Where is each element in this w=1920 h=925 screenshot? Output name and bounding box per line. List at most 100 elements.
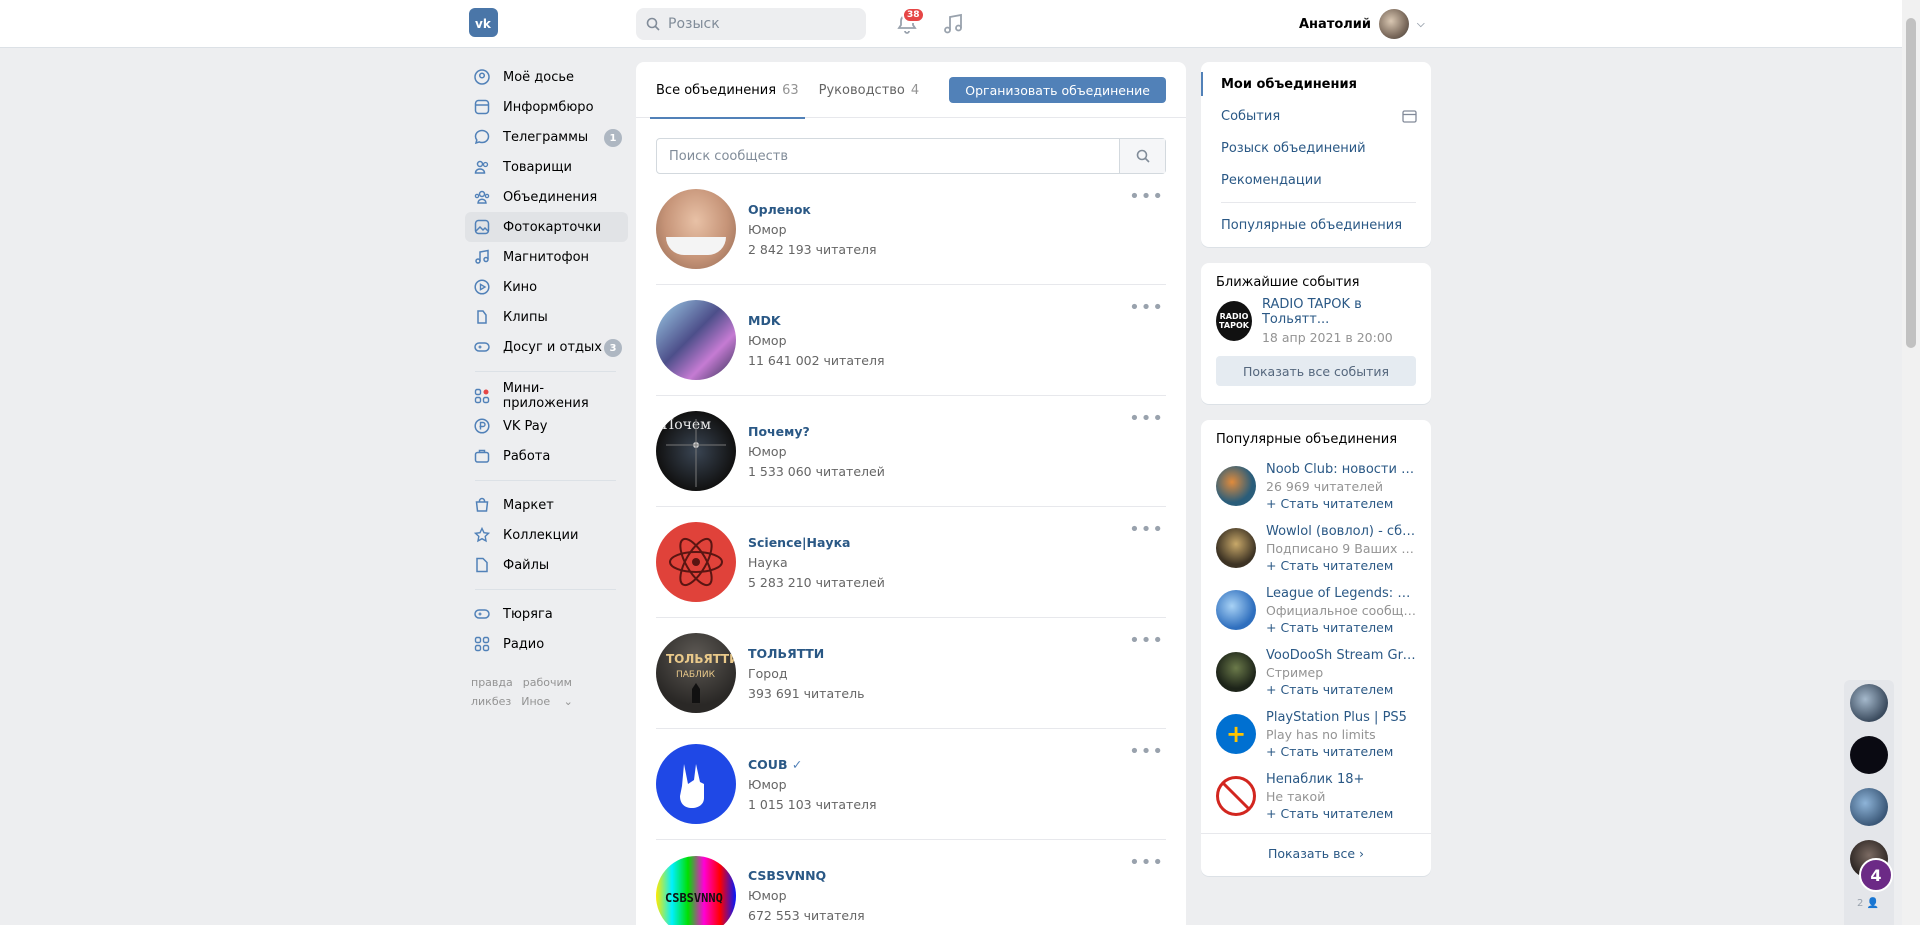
group-avatar[interactable] <box>656 522 736 602</box>
list-item[interactable]: COUB ✓ Юмор 1 015 103 читателя ••• <box>656 729 1166 840</box>
group-avatar[interactable]: Почем <box>656 411 736 491</box>
more-options-icon[interactable]: ••• <box>1129 630 1164 651</box>
header-search-input[interactable]: Розыск <box>636 8 866 40</box>
subscribe-button[interactable]: + Стать читателем <box>1266 620 1418 635</box>
sidebar-item-news[interactable]: Информбюро <box>465 92 628 122</box>
group-name[interactable]: CSBSVNNQ <box>748 868 865 883</box>
community-search-input[interactable]: Поиск сообществ <box>657 149 1119 164</box>
more-options-icon[interactable]: ••• <box>1129 186 1164 207</box>
sidebar-item-files[interactable]: Файлы <box>465 550 628 580</box>
community-avatar[interactable] <box>1216 776 1256 816</box>
list-item[interactable]: ТОЛЬЯТТИ ПАБЛИК ТОЛЬЯТТИ Город 393 691 чита… <box>656 618 1166 729</box>
group-name[interactable]: ТОЛЬЯТТИ <box>748 646 864 661</box>
create-community-button[interactable]: Организовать объединение <box>949 77 1166 103</box>
unread-chats-badge[interactable]: 4 <box>1859 858 1893 892</box>
community-name[interactable]: Wowlol (вовлол) - сбор... <box>1266 524 1418 539</box>
group-avatar[interactable] <box>656 189 736 269</box>
sidebar-item-market[interactable]: Маркет <box>465 490 628 520</box>
sidebar-item-work[interactable]: Работа <box>465 441 628 471</box>
footer-link-more[interactable]: Иное ⌄ <box>521 695 583 708</box>
chat-avatar[interactable] <box>1850 736 1888 774</box>
sidebar-item-bookmarks[interactable]: Коллекции <box>465 520 628 550</box>
sidebar-item-radio[interactable]: Радио <box>465 629 628 659</box>
menu-events[interactable]: События <box>1201 100 1431 132</box>
page-scrollbar[interactable] <box>1902 0 1920 925</box>
community-name[interactable]: PlayStation Plus | PS5 <box>1266 710 1416 725</box>
subscribe-button[interactable]: + Стать читателем <box>1266 806 1416 821</box>
list-item[interactable]: Wowlol (вовлол) - сбор... Подписано 9 Ваш… <box>1201 517 1431 579</box>
footer-link[interactable]: правда <box>471 676 513 689</box>
community-name[interactable]: Непаблик 18+ <box>1266 772 1416 787</box>
music-icon[interactable] <box>941 12 965 36</box>
footer-link[interactable]: ликбез <box>471 695 511 708</box>
list-item[interactable]: Непаблик 18+ Не такой + Стать читателем <box>1201 765 1431 827</box>
sidebar-item-games[interactable]: Досуг и отдых 3 <box>465 332 628 362</box>
list-item[interactable]: League of Legends: Wild...Официальное со… <box>1201 579 1431 641</box>
community-avatar[interactable] <box>1216 590 1256 630</box>
chat-avatar[interactable] <box>1850 684 1888 722</box>
sidebar-item-messages[interactable]: Телеграммы 1 <box>465 122 628 152</box>
subscribe-button[interactable]: + Стать читателем <box>1266 682 1418 697</box>
community-avatar[interactable]: + <box>1216 714 1256 754</box>
scrollbar-thumb[interactable] <box>1906 18 1916 348</box>
user-menu[interactable]: Анатолий ⌵ <box>1299 8 1425 40</box>
group-name[interactable]: MDK <box>748 313 884 328</box>
sidebar-item-video[interactable]: Кино <box>465 272 628 302</box>
menu-recommendations[interactable]: Рекомендации <box>1201 164 1431 196</box>
sidebar-item-tyuryaga[interactable]: Тюряга <box>465 599 628 629</box>
community-name[interactable]: Noob Club: новости игр... <box>1266 462 1418 477</box>
event-name[interactable]: RADIO TAPOK в Тольятт... <box>1262 297 1416 327</box>
menu-search-communities[interactable]: Розыск объединений <box>1201 132 1431 164</box>
sidebar-item-music[interactable]: Магнитофон <box>465 242 628 272</box>
vk-logo-icon[interactable]: vk <box>469 8 498 37</box>
menu-my-communities[interactable]: Мои объединения <box>1201 68 1431 100</box>
sidebar-item-groups[interactable]: Объединения <box>465 182 628 212</box>
subscribe-button[interactable]: + Стать читателем <box>1266 744 1416 759</box>
list-item[interactable]: Science|Наука Наука 5 283 210 читателей ••… <box>656 507 1166 618</box>
more-options-icon[interactable]: ••• <box>1129 519 1164 540</box>
footer-link[interactable]: рабочим <box>523 676 572 689</box>
calendar-icon[interactable] <box>1402 109 1417 123</box>
community-search-button[interactable] <box>1119 139 1165 173</box>
group-avatar[interactable] <box>656 744 736 824</box>
group-name[interactable]: Почему? <box>748 424 885 439</box>
more-options-icon[interactable]: ••• <box>1129 741 1164 762</box>
group-avatar[interactable]: ТОЛЬЯТТИ ПАБЛИК <box>656 633 736 713</box>
list-item[interactable]: Почем Почему? Юмор 1 533 060 читателей ••• <box>656 396 1166 507</box>
subscribe-button[interactable]: + Стать читателем <box>1266 496 1418 511</box>
show-all-popular-link[interactable]: Показать все › <box>1201 833 1431 873</box>
list-item[interactable]: CSBSVNNQ CSBSVNNQ Юмор 672 553 читателя ••… <box>656 840 1166 925</box>
more-options-icon[interactable]: ••• <box>1129 852 1164 873</box>
show-all-events-button[interactable]: Показать все события <box>1216 356 1416 386</box>
group-name[interactable]: Орленок <box>748 202 877 217</box>
group-name[interactable]: COUB ✓ <box>748 757 877 772</box>
sidebar-item-profile[interactable]: Моё досье <box>465 62 628 92</box>
sidebar-item-mini-apps[interactable]: Мини-приложения <box>465 381 628 411</box>
list-item[interactable]: Орленок Юмор 2 842 193 читателя ••• <box>656 174 1166 285</box>
list-item[interactable]: + PlayStation Plus | PS5 Play has no limi… <box>1201 703 1431 765</box>
list-item[interactable]: Noob Club: новости игр...26 969 читателе… <box>1201 455 1431 517</box>
group-avatar[interactable]: CSBSVNNQ <box>656 855 736 925</box>
list-item[interactable]: MDK Юмор 11 641 002 читателя ••• <box>656 285 1166 396</box>
tab-management[interactable]: Руководство 4 <box>813 62 926 118</box>
community-name[interactable]: VooDooSh Stream Group <box>1266 648 1418 663</box>
community-avatar[interactable] <box>1216 466 1256 506</box>
tab-all-communities[interactable]: Все объединения 63 <box>650 62 805 119</box>
community-avatar[interactable] <box>1216 528 1256 568</box>
event-item[interactable]: RADIO TAPOK RADIO TAPOK в Тольятт... 18 ап… <box>1201 297 1431 345</box>
list-item[interactable]: VooDooSh Stream Group Стример + Стать чита… <box>1201 641 1431 703</box>
event-avatar[interactable]: RADIO TAPOK <box>1216 301 1252 341</box>
more-options-icon[interactable]: ••• <box>1129 408 1164 429</box>
community-name[interactable]: League of Legends: Wild... <box>1266 586 1418 601</box>
sidebar-item-clips[interactable]: Клипы <box>465 302 628 332</box>
community-avatar[interactable] <box>1216 652 1256 692</box>
sidebar-item-vkpay[interactable]: VK Pay <box>465 411 628 441</box>
group-name[interactable]: Science|Наука <box>748 535 885 550</box>
chat-avatar[interactable] <box>1850 788 1888 826</box>
sidebar-item-friends[interactable]: Товарищи <box>465 152 628 182</box>
group-avatar[interactable] <box>656 300 736 380</box>
sidebar-item-photos[interactable]: Фотокарточки <box>465 212 628 242</box>
more-options-icon[interactable]: ••• <box>1129 297 1164 318</box>
subscribe-button[interactable]: + Стать читателем <box>1266 558 1418 573</box>
menu-popular-communities[interactable]: Популярные объединения <box>1201 209 1431 241</box>
